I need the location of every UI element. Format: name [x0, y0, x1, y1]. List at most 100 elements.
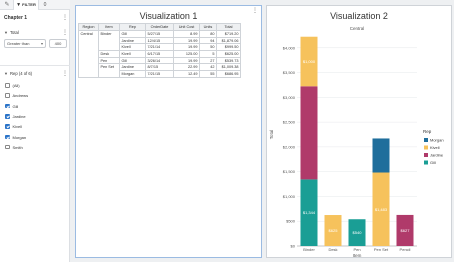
- checkbox-unchecked-icon[interactable]: [5, 93, 10, 98]
- total-cell: $539.73: [216, 56, 241, 65]
- more-options-icon[interactable]: ⋮: [252, 7, 258, 14]
- order-date-cell: 3/26/14: [145, 56, 174, 65]
- x-tick-label: Pencil: [400, 247, 411, 252]
- y-tick-label: $2,500: [283, 120, 296, 125]
- item-cell: Desk: [98, 50, 120, 58]
- table-column-header[interactable]: Region: [78, 23, 99, 31]
- app: ✎ ▼FILTER 0 Chapter 1 ⋮ ▼ Total ⋮ Greater…: [0, 0, 454, 262]
- rep-checkbox-label: Smith: [12, 144, 23, 150]
- sidebar-tabs: ✎ ▼FILTER 0: [0, 0, 70, 10]
- total-filter-header[interactable]: ▼ Total: [4, 30, 19, 35]
- data-label: $540: [353, 230, 363, 235]
- item-cell: Pen Set: [98, 63, 120, 78]
- units-cell: 42: [199, 63, 217, 72]
- chapter-title: Chapter 1: [4, 15, 28, 21]
- units-cell: 55: [199, 70, 217, 78]
- x-tick-label: Pen Set: [374, 247, 389, 252]
- x-tick-label: Binder: [303, 247, 315, 252]
- y-tick-label: $3,000: [283, 95, 296, 100]
- data-label: $1,483: [375, 207, 388, 212]
- visualization-2-panel[interactable]: Visualization 2 Central $0 $500 $1,000 $1,50…: [266, 5, 452, 258]
- rep-checkbox-item[interactable]: Morgan: [5, 135, 26, 142]
- data-label: $625: [329, 228, 339, 233]
- y-tick-label: $1,000: [283, 194, 296, 199]
- filter-icon: ▼: [16, 2, 22, 8]
- bar-segment-jardine: [300, 86, 318, 180]
- x-axis-label: Item: [353, 253, 362, 258]
- more-options-icon[interactable]: ⋮: [62, 14, 68, 21]
- visualization-1-panel[interactable]: Visualization 1 ⋮ Region Item Rep OrderDate…: [75, 5, 262, 258]
- table-column-header[interactable]: OrderDate: [145, 23, 174, 31]
- rep-cell: Kivell: [119, 50, 146, 58]
- rep-cell: Morgan: [119, 70, 146, 78]
- checkbox-checked-icon[interactable]: [5, 134, 10, 140]
- tab-filter[interactable]: ▼FILTER: [13, 0, 39, 10]
- rep-cell: Kivell: [119, 43, 146, 52]
- table-column-header[interactable]: Rep: [119, 23, 146, 31]
- dropdown-arrow-icon: ▾: [40, 41, 43, 46]
- item-cell: Binder: [98, 29, 120, 52]
- chart-subtitle: Central: [350, 26, 365, 31]
- legend-swatch: [424, 145, 428, 150]
- rep-checkbox-item[interactable]: (All): [5, 83, 20, 90]
- rep-checkbox-item[interactable]: Kivell: [5, 124, 22, 131]
- table-column-header[interactable]: Total: [216, 23, 241, 31]
- rep-cell: Gill: [119, 56, 146, 65]
- legend-swatch: [424, 153, 428, 157]
- legend-title: Rep: [423, 129, 432, 134]
- data-table: Region Item Rep OrderDate Unit Cost Units Tota…: [78, 23, 241, 78]
- rep-checkbox-item[interactable]: Jardine: [5, 114, 26, 121]
- total-value-input[interactable]: 400: [49, 39, 67, 48]
- checkbox-unchecked-icon[interactable]: [5, 144, 10, 150]
- legend-label: Morgan: [430, 138, 444, 143]
- x-tick-label: Desk: [328, 247, 337, 252]
- tab-other[interactable]: 0: [40, 0, 50, 10]
- legend-swatch: [424, 138, 428, 142]
- y-tick-label: $500: [286, 219, 296, 224]
- divider: [0, 65, 70, 66]
- legend-label: Jardine: [430, 153, 444, 158]
- total-cell: $719.20: [216, 30, 241, 38]
- total-cell: $999.50: [216, 43, 241, 52]
- table-column-header[interactable]: Units: [199, 23, 217, 31]
- unit-cost-cell: 12.49: [173, 70, 200, 78]
- rep-checkbox-label: Gill: [12, 103, 19, 109]
- table-row[interactable]: Desk Kivell 6/17/15 125.00 5 $625.00: [79, 50, 241, 58]
- stacked-bar-chart: Central $0 $500 $1,000 $1,500 $2,000 $2,500 $3,…: [269, 26, 444, 258]
- checkbox-checked-icon[interactable]: [5, 103, 10, 109]
- order-date-cell: 12/4/15: [145, 36, 174, 45]
- rep-filter-menu-icon[interactable]: ⋮: [62, 70, 68, 77]
- rep-cell: Jardine: [119, 63, 146, 72]
- rep-cell: Jardine: [119, 36, 146, 45]
- rep-checkbox-item[interactable]: Gill: [5, 104, 18, 111]
- table-row[interactable]: Pen Gill 3/26/14 19.99 27 $539.73: [79, 56, 241, 65]
- legend-label: Kivell: [430, 145, 440, 150]
- rep-checkbox-label: (All): [12, 83, 20, 88]
- data-label: $1,000: [303, 59, 316, 64]
- pencil-icon[interactable]: ✎: [2, 0, 12, 10]
- checkbox-checked-icon[interactable]: [5, 114, 10, 119]
- y-tick-label: $0: [291, 244, 296, 249]
- rep-filter-header[interactable]: ▼ Rep (4 of 6): [4, 71, 32, 76]
- checkbox-checked-icon[interactable]: [5, 124, 10, 129]
- rep-checkbox-item[interactable]: Andrews: [5, 93, 28, 100]
- table-column-header[interactable]: Unit Cost: [173, 23, 200, 31]
- region-cell: Central: [78, 30, 99, 78]
- y-tick-label: $2,000: [283, 144, 296, 149]
- checkbox-unchecked-icon[interactable]: [5, 83, 10, 88]
- data-label: $1,344: [303, 210, 316, 215]
- unit-cost-cell: 19.99: [173, 56, 200, 65]
- unit-cost-cell: 22.99: [173, 63, 200, 72]
- unit-cost-cell: 8.99: [173, 30, 200, 38]
- rep-checkbox-item[interactable]: Smith: [5, 145, 23, 152]
- table-column-header[interactable]: Item: [98, 23, 120, 31]
- rep-checkbox-label: Kivell: [12, 124, 23, 130]
- unit-cost-cell: 125.00: [173, 50, 200, 58]
- total-filter-menu-icon[interactable]: ⋮: [62, 29, 68, 36]
- total-cell: $686.95: [216, 70, 241, 78]
- panel-title: Visualization 1: [139, 11, 198, 21]
- table-row[interactable]: Pen Set Jardine 8/7/15 22.99 42 $1,009.38: [79, 63, 241, 78]
- condition-select[interactable]: Greater than ▾: [4, 39, 46, 48]
- units-cell: 94: [199, 36, 217, 45]
- table-row[interactable]: Central Binder Gill 5/27/15 8.99 80 $719.20: [78, 29, 241, 78]
